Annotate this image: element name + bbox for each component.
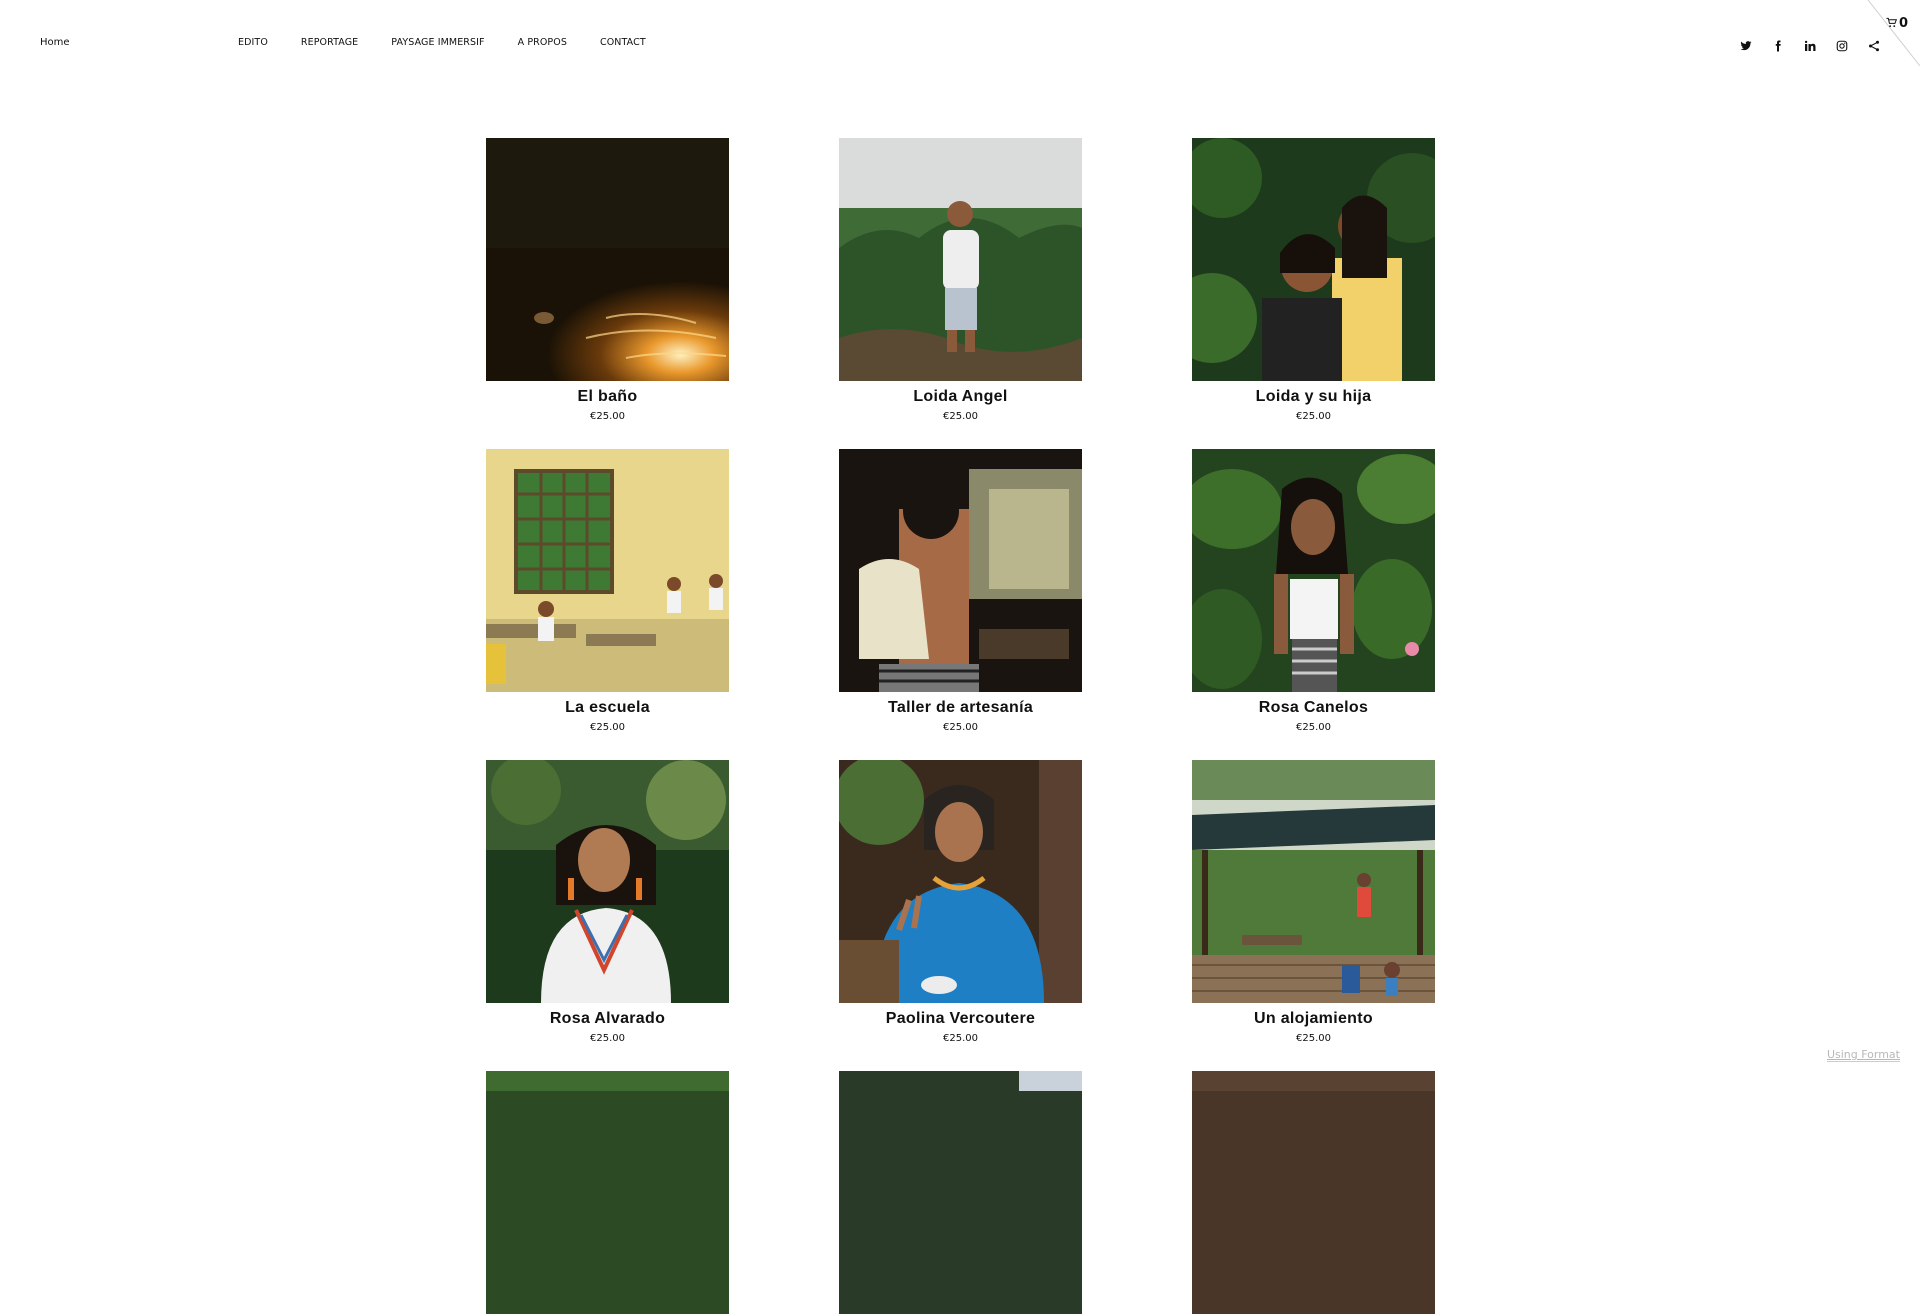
product-card-partial[interactable] (1192, 1071, 1435, 1314)
product-title[interactable]: El baño (486, 388, 729, 406)
twitter-icon[interactable] (1730, 38, 1762, 52)
product-card-partial[interactable] (839, 1071, 1082, 1314)
product-image[interactable] (1192, 138, 1435, 381)
product-image[interactable] (839, 760, 1082, 1003)
product-card[interactable]: El baño €25.00 (486, 138, 729, 422)
product-title[interactable]: Loida Angel (839, 388, 1082, 406)
product-title[interactable]: Loida y su hija (1192, 388, 1435, 406)
linkedin-icon[interactable] (1794, 38, 1826, 52)
product-price: €25.00 (943, 1033, 978, 1044)
facebook-icon[interactable] (1762, 38, 1794, 52)
product-price: €25.00 (1296, 411, 1331, 422)
product-card[interactable]: Rosa Canelos €25.00 (1192, 449, 1435, 733)
product-image[interactable] (1192, 760, 1435, 1003)
social-links (1730, 38, 1890, 52)
main-nav: EDITO REPORTAGE PAYSAGE IMMERSIF A PROPO… (238, 37, 679, 48)
product-card[interactable]: Loida Angel €25.00 (839, 138, 1082, 422)
product-title[interactable]: Rosa Canelos (1192, 699, 1435, 717)
product-image[interactable] (1192, 1071, 1435, 1314)
product-card[interactable]: Loida y su hija €25.00 (1192, 138, 1435, 422)
product-image[interactable] (839, 1071, 1082, 1314)
cart-count: 0 (1898, 16, 1908, 31)
product-price: €25.00 (1296, 1033, 1331, 1044)
cart-icon (1886, 17, 1897, 28)
product-card[interactable]: Taller de artesanía €25.00 (839, 449, 1082, 733)
product-image[interactable] (486, 449, 729, 692)
nav-contact[interactable]: CONTACT (600, 37, 646, 48)
product-image[interactable] (486, 1071, 729, 1314)
product-card[interactable]: Un alojamiento €25.00 (1192, 760, 1435, 1044)
product-price: €25.00 (943, 411, 978, 422)
product-price: €25.00 (1296, 722, 1331, 733)
cart-button[interactable]: 0 (1886, 16, 1908, 31)
product-title[interactable]: Taller de artesanía (839, 699, 1082, 717)
nav-paysage-immersif[interactable]: PAYSAGE IMMERSIF (391, 37, 484, 48)
product-title[interactable]: Rosa Alvarado (486, 1010, 729, 1028)
product-price: €25.00 (590, 722, 625, 733)
nav-reportage[interactable]: REPORTAGE (301, 37, 358, 48)
product-price: €25.00 (590, 411, 625, 422)
product-image[interactable] (839, 449, 1082, 692)
product-title[interactable]: Paolina Vercoutere (839, 1010, 1082, 1028)
product-image[interactable] (839, 138, 1082, 381)
instagram-icon[interactable] (1826, 38, 1858, 52)
product-image[interactable] (486, 760, 729, 1003)
product-title[interactable]: Un alojamiento (1192, 1010, 1435, 1028)
share-icon[interactable] (1858, 38, 1890, 52)
product-card[interactable]: La escuela €25.00 (486, 449, 729, 733)
nav-a-propos[interactable]: A PROPOS (518, 37, 567, 48)
product-card-partial[interactable] (486, 1071, 729, 1314)
product-price: €25.00 (590, 1033, 625, 1044)
home-link[interactable]: Home (40, 37, 70, 48)
product-card[interactable]: Paolina Vercoutere €25.00 (839, 760, 1082, 1044)
using-format-link[interactable]: Using Format (1826, 1048, 1900, 1062)
product-image[interactable] (486, 138, 729, 381)
product-title[interactable]: La escuela (486, 699, 729, 717)
product-card[interactable]: Rosa Alvarado €25.00 (486, 760, 729, 1044)
nav-edito[interactable]: EDITO (238, 37, 268, 48)
product-price: €25.00 (943, 722, 978, 733)
product-image[interactable] (1192, 449, 1435, 692)
